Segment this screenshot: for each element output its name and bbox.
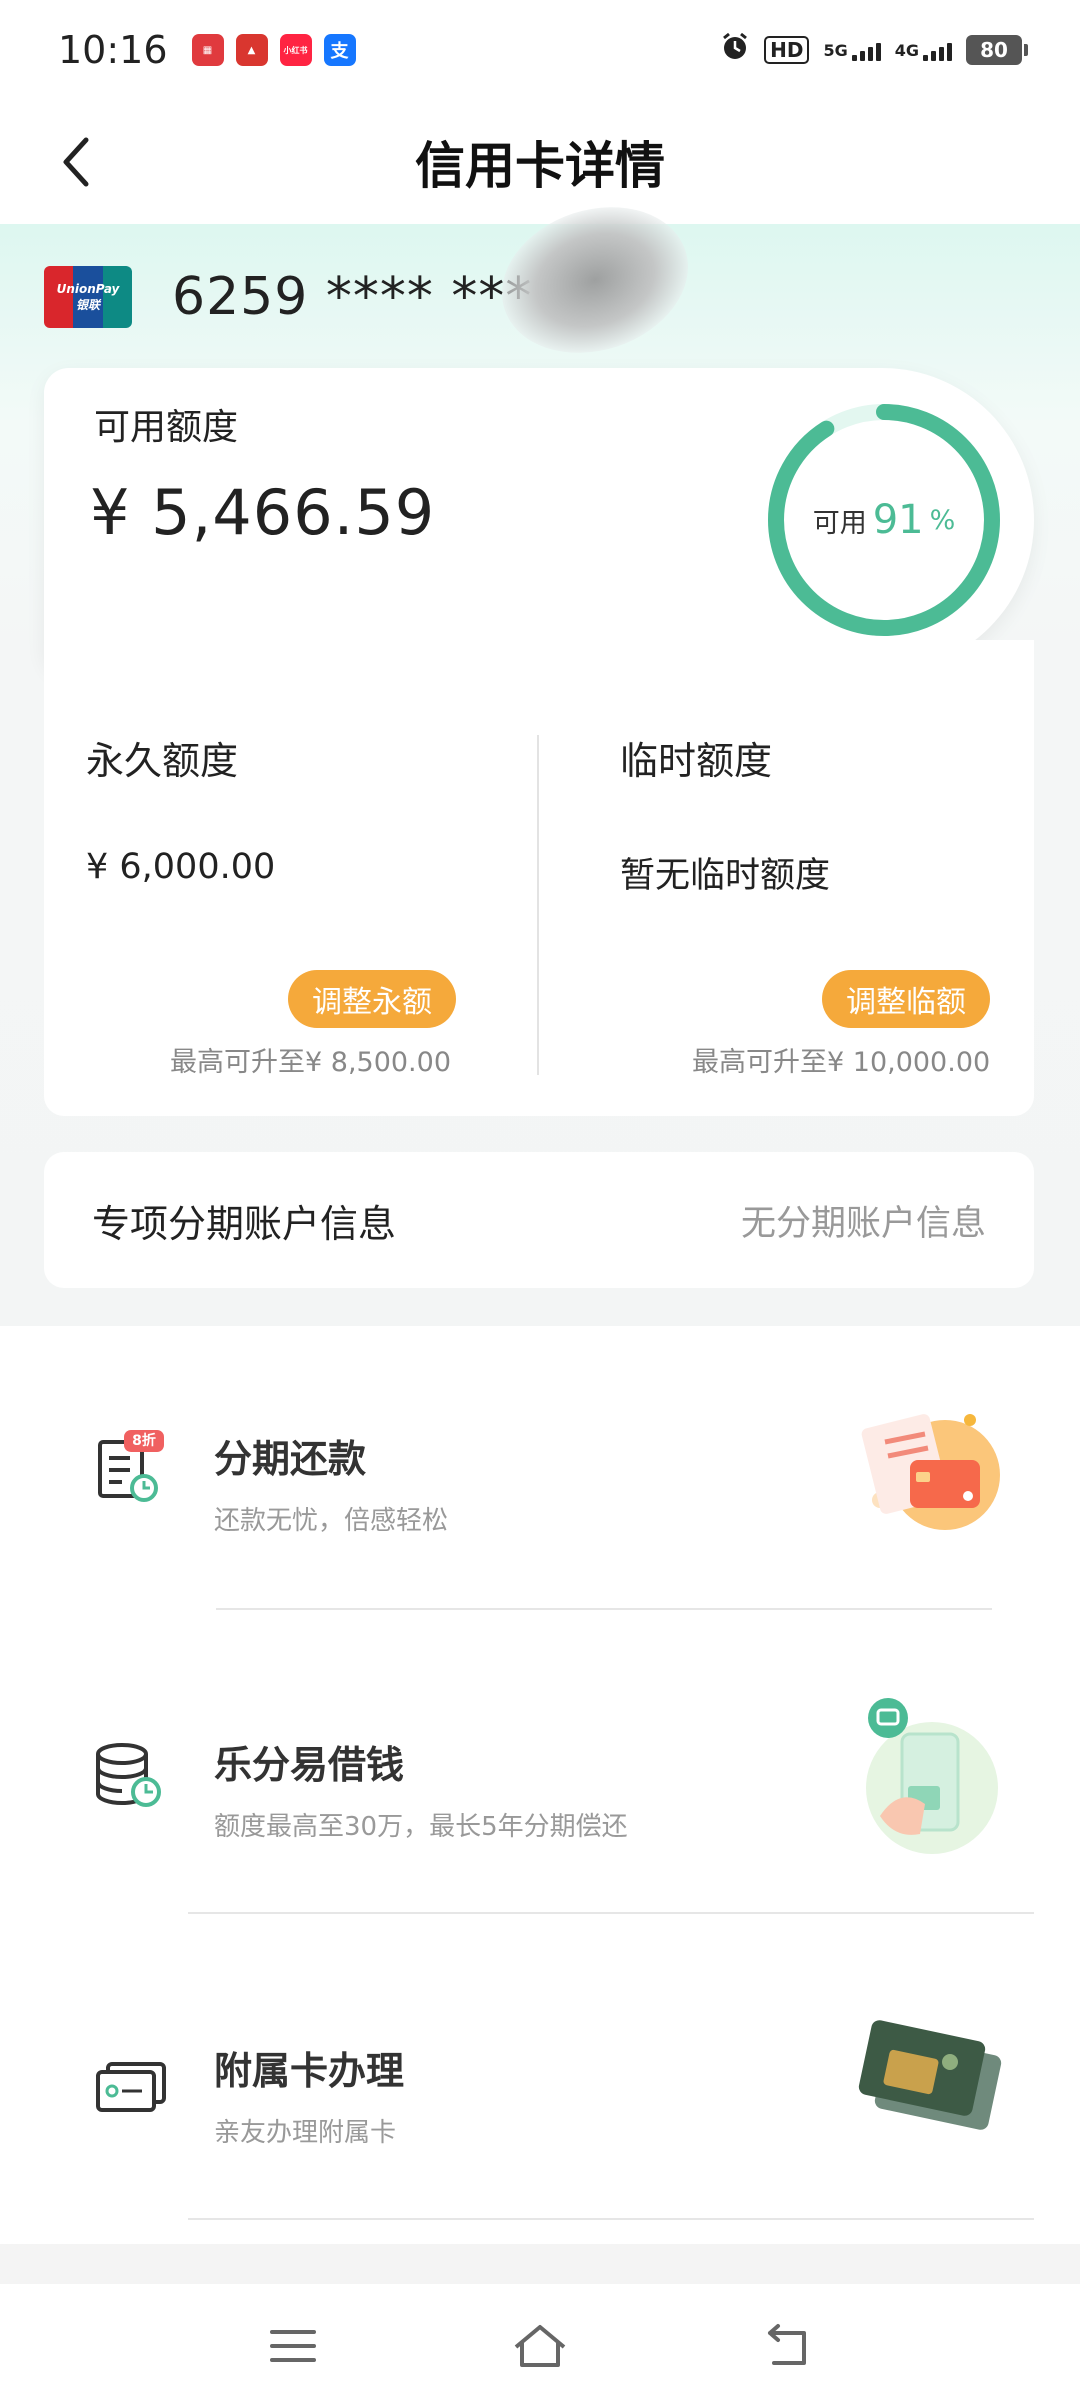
- service-supplementary-card[interactable]: 附属卡办理 亲友办理附属卡: [0, 1942, 1080, 2232]
- cards-icon: [92, 2042, 172, 2122]
- page-title: 信用卡详情: [415, 137, 665, 195]
- service-title: 分期还款: [214, 1437, 367, 1481]
- hd-indicator: HD: [764, 36, 810, 64]
- nav-back-button[interactable]: [742, 2306, 832, 2386]
- notification-app-icons: ▦ ▲ 小红书 支: [191, 34, 356, 66]
- service-divider: [188, 2218, 1034, 2220]
- chevron-left-icon: [63, 137, 89, 187]
- ring-percent: 91: [872, 497, 924, 543]
- installment-account-label: 专项分期账户信息: [92, 1201, 397, 1246]
- bill-clock-icon: 8折: [92, 1430, 172, 1510]
- service-subtitle: 还款无忧，倍感轻松: [214, 1506, 449, 1536]
- available-credit-label: 可用额度: [94, 407, 239, 448]
- installment-illustration: [850, 1390, 1010, 1550]
- home-button[interactable]: [495, 2306, 585, 2386]
- service-subtitle: 亲友办理附属卡: [214, 2118, 397, 2148]
- installment-account-value: 无分期账户信息: [740, 1203, 986, 1244]
- status-bar: 10:16 ▦ ▲ 小红书 支 HD 5G 4G 80: [0, 0, 1080, 100]
- supplementary-card-illustration: [850, 2002, 1010, 2162]
- credit-limits-card: 永久额度 ¥ 6,000.00 临时额度 暂无临时额度 调整永额 调整临额 最高…: [44, 640, 1034, 1116]
- signal-5g: 5G: [823, 39, 881, 61]
- card-number: 6259 **** ***: [172, 267, 533, 327]
- service-title: 附属卡办理: [214, 2049, 405, 2093]
- available-credit-amount: ¥ 5,466.59: [90, 476, 436, 549]
- limits-divider: [537, 735, 539, 1075]
- coins-clock-icon: [92, 1736, 172, 1816]
- permanent-limit-title: 永久额度: [86, 739, 239, 783]
- page-header: 信用卡详情: [0, 100, 1080, 224]
- back-icon: [767, 2324, 806, 2365]
- temporary-max-note: 最高可升至¥ 10,000.00: [692, 1047, 991, 1078]
- battery-indicator: 80: [966, 35, 1028, 65]
- temporary-limit-value: 暂无临时额度: [620, 856, 831, 896]
- app-icon-red-1: ▦: [191, 34, 224, 66]
- bottom-strip: [0, 2244, 1080, 2284]
- service-subtitle: 额度最高至30万，最长5年分期偿还: [214, 1812, 628, 1842]
- service-title: 乐分易借钱: [214, 1743, 405, 1787]
- permanent-limit-value: ¥ 6,000.00: [86, 847, 276, 887]
- service-installment-repayment[interactable]: 8折 分期还款 还款无忧，倍感轻松: [0, 1330, 1080, 1620]
- adjust-temporary-limit-button[interactable]: 调整临额: [822, 970, 990, 1028]
- service-divider: [188, 1912, 1034, 1914]
- temporary-limit-section: 临时额度 暂无临时额度: [620, 730, 1010, 898]
- permanent-max-note: 最高可升至¥ 8,500.00: [170, 1047, 451, 1078]
- permanent-limit-section: 永久额度 ¥ 6,000.00: [86, 730, 518, 887]
- status-time: 10:16: [58, 28, 168, 72]
- app-icon-alipay: 支: [323, 34, 356, 66]
- app-icon-xiaohongshu: 小红书: [279, 34, 312, 66]
- installment-account-row[interactable]: 专项分期账户信息 无分期账户信息: [44, 1152, 1034, 1288]
- discount-badge: 8折: [132, 1433, 156, 1449]
- signal-4g: 4G: [895, 39, 952, 61]
- system-nav-bar: [0, 2284, 1080, 2408]
- menu-icon: [270, 2330, 317, 2362]
- status-indicators: HD 5G 4G 80: [720, 32, 1028, 68]
- available-percent-ring: 可用 91 %: [764, 400, 1004, 640]
- menu-button[interactable]: [248, 2306, 338, 2386]
- service-loan[interactable]: 乐分易借钱 额度最高至30万，最长5年分期偿还: [0, 1636, 1080, 1926]
- app-icon-red-2: ▲: [235, 34, 268, 66]
- temporary-limit-title: 临时额度: [620, 739, 773, 783]
- alarm-icon: [720, 32, 750, 68]
- card-number-row: UnionPay 银联 6259 **** ***: [44, 262, 532, 332]
- unionpay-logo: UnionPay 银联: [44, 266, 132, 328]
- ring-percent-unit: %: [929, 504, 956, 536]
- ring-label: 可用: [812, 507, 867, 539]
- available-credit-card: 可用额度 ¥ 5,466.59 可用 91 %: [44, 368, 1034, 672]
- loan-illustration: [850, 1696, 1010, 1856]
- home-icon: [514, 2325, 566, 2367]
- back-button[interactable]: [36, 122, 116, 202]
- adjust-permanent-limit-button[interactable]: 调整永额: [288, 970, 456, 1028]
- service-divider: [216, 1608, 992, 1610]
